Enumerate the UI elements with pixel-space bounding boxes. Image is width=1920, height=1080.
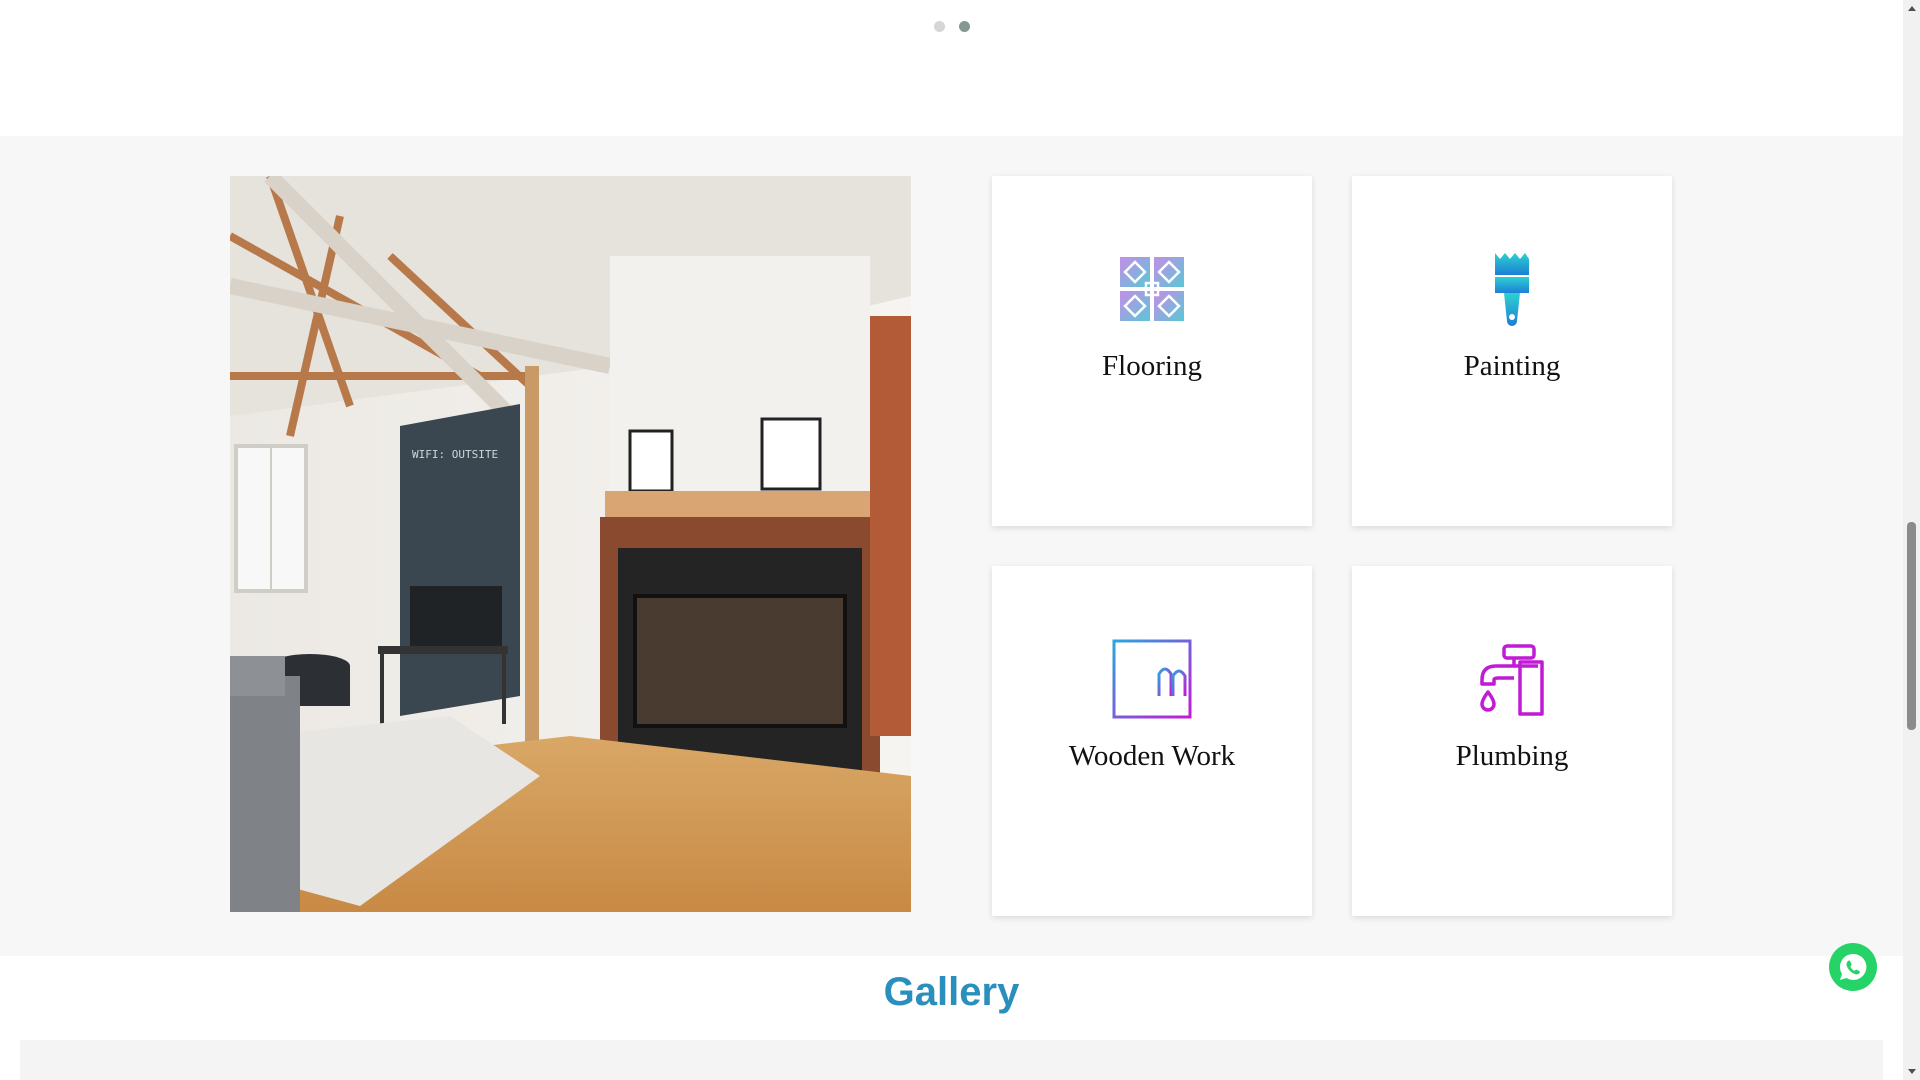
service-card-painting[interactable]: Painting [1352,176,1672,526]
wardrobe-icon [992,638,1312,720]
service-title: Painting [1463,350,1561,382]
whatsapp-icon [1839,953,1867,980]
service-title: Wooden Work [1068,740,1236,772]
page: WIFI: OUTSITE Flooring Painting Wooden W… [0,0,1903,1080]
scroll-up-arrow[interactable] [1903,0,1920,17]
carousel-dot-1[interactable] [933,21,945,32]
scrollbar[interactable] [1903,0,1920,1080]
service-card-wooden-work[interactable]: Wooden Work [992,566,1312,916]
floor-tile-icon [992,248,1312,330]
service-title: Flooring [1102,350,1202,382]
room-photo: WIFI: OUTSITE [230,176,911,912]
carousel-dot-2[interactable] [958,21,970,32]
services-section: WIFI: OUTSITE Flooring Painting Wooden W… [0,136,1903,956]
gallery-heading: Gallery [883,970,1020,1014]
service-card-plumbing[interactable]: Plumbing [1352,566,1672,916]
paint-brush-icon [1352,248,1672,330]
gallery-container [20,1040,1883,1080]
whatsapp-button[interactable] [1829,943,1877,991]
carousel-dots [0,21,1903,32]
room-photo-illustration: WIFI: OUTSITE [230,176,911,912]
service-card-flooring[interactable]: Flooring [992,176,1312,526]
scrollbar-thumb[interactable] [1907,522,1916,730]
faucet-icon [1352,638,1672,720]
service-title: Plumbing [1455,740,1569,772]
scroll-down-arrow[interactable] [1903,1063,1920,1080]
svg-text:WIFI: OUTSITE: WIFI: OUTSITE [412,448,498,461]
